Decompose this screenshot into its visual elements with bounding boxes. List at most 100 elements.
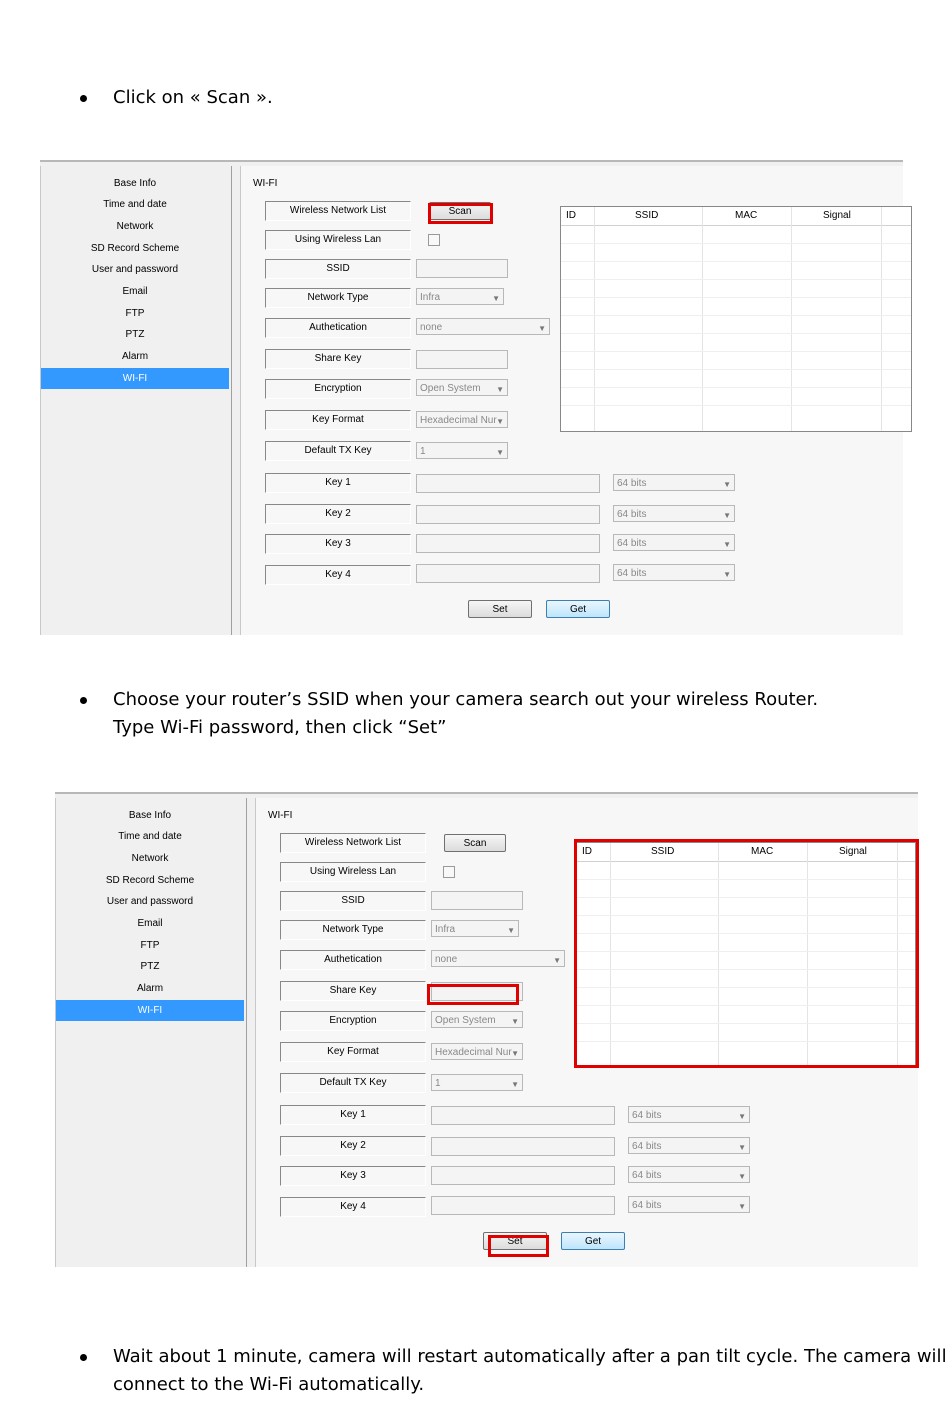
- sidebar-item-base-info[interactable]: Base Info: [41, 173, 229, 194]
- label-authentication: Authetication: [265, 318, 411, 338]
- using-wireless-lan-checkbox[interactable]: [428, 234, 440, 246]
- sidebar-item-wifi[interactable]: WI-FI: [56, 1000, 244, 1021]
- key-format-select[interactable]: Hexadecimal Nur ▼: [416, 411, 508, 428]
- key-3-input[interactable]: [431, 1166, 615, 1185]
- key-1-bits-select[interactable]: 64 bits ▼: [613, 474, 735, 491]
- sidebar-item-network[interactable]: Network: [41, 216, 229, 237]
- sidebar-item-network[interactable]: Network: [56, 848, 244, 869]
- key-4-bits-value: 64 bits: [617, 568, 647, 579]
- key-2-bits-select[interactable]: 64 bits ▼: [613, 505, 735, 522]
- key-3-bits-value: 64 bits: [617, 538, 647, 549]
- label-default-tx-key: Default TX Key: [280, 1073, 426, 1093]
- sidebar-item-ptz[interactable]: PTZ: [56, 956, 244, 977]
- chevron-down-icon: ▼: [511, 1017, 519, 1026]
- label-key-format: Key Format: [280, 1042, 426, 1062]
- chevron-down-icon: ▼: [723, 540, 731, 549]
- sidebar-item-sd-record[interactable]: SD Record Scheme: [41, 238, 229, 259]
- sidebar-item-ftp[interactable]: FTP: [56, 935, 244, 956]
- set-button[interactable]: Set: [468, 600, 532, 618]
- default-tx-key-select[interactable]: 1 ▼: [416, 442, 508, 459]
- sidebar-item-ptz[interactable]: PTZ: [41, 324, 229, 345]
- sidebar-item-wifi[interactable]: WI-FI: [41, 368, 229, 389]
- sidebar-item-sd-record[interactable]: SD Record Scheme: [56, 870, 244, 891]
- label-wireless-network-list: Wireless Network List: [265, 201, 411, 221]
- sidebar-item-base-info[interactable]: Base Info: [56, 805, 244, 826]
- col-ssid: SSID: [635, 210, 659, 221]
- chevron-down-icon: ▼: [723, 511, 731, 520]
- chevron-down-icon: ▼: [511, 1080, 519, 1089]
- step-3-line-2: connect to the Wi-Fi automatically.: [113, 1374, 425, 1395]
- scan-button[interactable]: Scan: [444, 834, 506, 852]
- key-1-bits-select[interactable]: 64 bits ▼: [628, 1106, 750, 1123]
- key-3-input[interactable]: [416, 534, 600, 553]
- network-type-select[interactable]: Infra ▼: [431, 920, 519, 937]
- key-1-input[interactable]: [431, 1106, 615, 1125]
- chevron-down-icon: ▼: [723, 480, 731, 489]
- authentication-select[interactable]: none ▼: [431, 950, 565, 967]
- sidebar-item-user-password[interactable]: User and password: [41, 259, 229, 280]
- label-wireless-network-list: Wireless Network List: [280, 833, 426, 853]
- label-key-4: Key 4: [280, 1197, 426, 1217]
- chevron-down-icon: ▼: [738, 1202, 746, 1211]
- sidebar-item-time-and-date[interactable]: Time and date: [56, 826, 244, 847]
- key-4-bits-value: 64 bits: [632, 1200, 662, 1211]
- chevron-down-icon: ▼: [492, 294, 500, 303]
- label-ssid: SSID: [265, 259, 411, 279]
- key-4-bits-select[interactable]: 64 bits ▼: [628, 1196, 750, 1213]
- using-wireless-lan-checkbox[interactable]: [443, 866, 455, 878]
- key-3-bits-select[interactable]: 64 bits ▼: [613, 534, 735, 551]
- authentication-value: none: [420, 322, 443, 333]
- chevron-down-icon: ▼: [496, 385, 504, 394]
- key-4-input[interactable]: [431, 1196, 615, 1215]
- wifi-settings-screenshot-1: Base Info Time and date Network SD Recor…: [40, 160, 912, 635]
- col-signal: Signal: [823, 210, 851, 221]
- sidebar-item-alarm[interactable]: Alarm: [56, 978, 244, 999]
- sidebar-item-email[interactable]: Email: [41, 281, 229, 302]
- label-key-format: Key Format: [265, 410, 411, 430]
- network-type-select[interactable]: Infra ▼: [416, 288, 504, 305]
- default-tx-key-select[interactable]: 1 ▼: [431, 1074, 523, 1091]
- key-format-value: Hexadecimal Nur: [435, 1047, 512, 1058]
- key-1-input[interactable]: [416, 474, 600, 493]
- col-id: ID: [566, 210, 576, 221]
- sidebar-item-alarm[interactable]: Alarm: [41, 346, 229, 367]
- key-4-input[interactable]: [416, 564, 600, 583]
- label-encryption: Encryption: [265, 379, 411, 399]
- key-2-input[interactable]: [431, 1137, 615, 1156]
- key-1-bits-value: 64 bits: [632, 1110, 662, 1121]
- key-2-bits-select[interactable]: 64 bits ▼: [628, 1137, 750, 1154]
- label-key-3: Key 3: [280, 1166, 426, 1186]
- sidebar-item-email[interactable]: Email: [56, 913, 244, 934]
- authentication-select[interactable]: none ▼: [416, 318, 550, 335]
- label-using-wireless-lan: Using Wireless Lan: [280, 862, 426, 882]
- key-3-bits-select[interactable]: 64 bits ▼: [628, 1166, 750, 1183]
- get-button[interactable]: Get: [546, 600, 610, 618]
- encryption-select[interactable]: Open System ▼: [416, 379, 508, 396]
- key-1-bits-value: 64 bits: [617, 478, 647, 489]
- key-2-input[interactable]: [416, 505, 600, 524]
- step-3-line-1: Wait about 1 minute, camera will restart…: [113, 1346, 947, 1367]
- encryption-select[interactable]: Open System ▼: [431, 1011, 523, 1028]
- share-key-input[interactable]: [416, 350, 508, 369]
- label-key-1: Key 1: [265, 473, 411, 493]
- chevron-down-icon: ▼: [738, 1112, 746, 1121]
- sidebar-item-ftp[interactable]: FTP: [41, 303, 229, 324]
- sidebar-item-user-password[interactable]: User and password: [56, 891, 244, 912]
- label-using-wireless-lan: Using Wireless Lan: [265, 230, 411, 250]
- label-default-tx-key: Default TX Key: [265, 441, 411, 461]
- key-format-value: Hexadecimal Nur: [420, 415, 497, 426]
- step-1-text: Click on « Scan ».: [113, 87, 273, 108]
- network-table-highlight-box: [574, 839, 919, 1068]
- ssid-input[interactable]: [416, 259, 508, 278]
- get-button[interactable]: Get: [561, 1232, 625, 1250]
- label-network-type: Network Type: [280, 920, 426, 940]
- key-4-bits-select[interactable]: 64 bits ▼: [613, 564, 735, 581]
- label-key-4: Key 4: [265, 565, 411, 585]
- step-2-line-2: Type Wi-Fi password, then click “Set”: [113, 717, 447, 738]
- chevron-down-icon: ▼: [738, 1143, 746, 1152]
- sidebar-item-time-and-date[interactable]: Time and date: [41, 194, 229, 215]
- ssid-input[interactable]: [431, 891, 523, 910]
- table-header: ID SSID MAC Signal: [561, 207, 911, 226]
- key-format-select[interactable]: Hexadecimal Nur ▼: [431, 1043, 523, 1060]
- wireless-network-table[interactable]: ID SSID MAC Signal: [560, 206, 912, 432]
